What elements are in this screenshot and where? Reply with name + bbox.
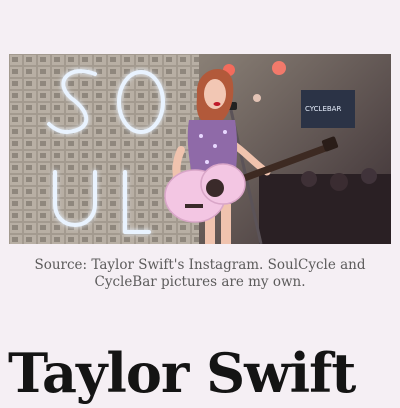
image-caption: Source: Taylor Swift's Instagram. SoulCy… — [34, 257, 366, 290]
tiled-wall — [9, 54, 199, 244]
stage-light-icon — [272, 61, 286, 75]
hero-image-graphic: CYCLEBAR — [9, 54, 391, 244]
cyclebar-sign-text: CYCLEBAR — [305, 105, 341, 113]
hero-image: CYCLEBAR — [9, 54, 391, 244]
article-title: Taylor Swift — [8, 341, 356, 405]
crowd — [259, 174, 391, 244]
stage-light-icon — [253, 94, 261, 102]
